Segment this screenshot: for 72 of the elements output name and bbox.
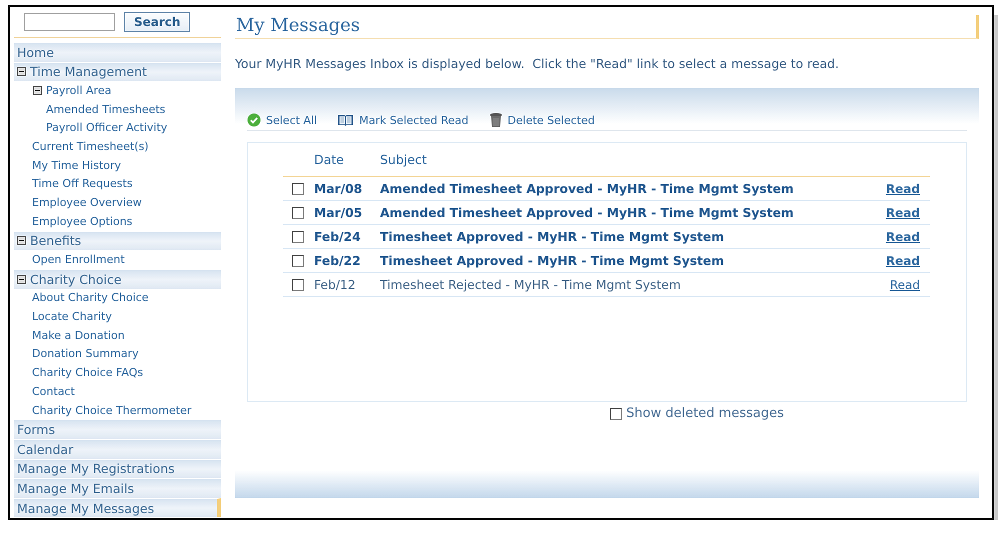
read-link[interactable]: Read: [886, 254, 920, 268]
nav-link[interactable]: Charity Choice FAQs: [32, 366, 144, 380]
message-subject: Amended Timesheet Approved - MyHR - Time Mgmt System: [380, 206, 795, 220]
checkbox[interactable]: [610, 408, 622, 420]
message-date: Mar/05: [314, 206, 364, 220]
message-date: Feb/22: [314, 254, 362, 268]
nav-section-label: Charity Choice: [30, 272, 122, 287]
checkbox-label: Show deleted messages: [626, 406, 784, 421]
trash-can-icon: [488, 112, 503, 128]
nav-link[interactable]: My Time History: [32, 158, 122, 172]
nav-section[interactable]: Benefits: [14, 230, 221, 250]
message-subject: Timesheet Approved - MyHR - Time Mgmt System: [380, 254, 726, 268]
collapse-icon[interactable]: [17, 274, 26, 284]
read-link[interactable]: Read: [886, 230, 920, 244]
nav-section-label: Forms: [17, 422, 56, 438]
page-title: My Messages: [235, 15, 979, 39]
book-icon: [337, 114, 354, 126]
check-circle-icon: [247, 113, 261, 127]
nav-section-label: Manage My Emails: [17, 480, 134, 496]
checkbox[interactable]: [292, 182, 304, 194]
nav-section[interactable]: Home: [14, 42, 221, 62]
message-date: Feb/12: [314, 278, 357, 292]
toolbar-link[interactable]: Delete Selected: [488, 112, 595, 128]
collapse-icon[interactable]: [33, 86, 42, 96]
message-date: Feb/24: [314, 230, 362, 244]
nav-link[interactable]: Time Off Requests: [32, 177, 133, 190]
intro-text: Your MyHR Messages Inbox is displayed below. Click the "Read" link to select a message to read.: [235, 56, 840, 71]
nav-link[interactable]: Payroll Area: [46, 84, 112, 98]
collapse-icon[interactable]: [17, 67, 26, 76]
column-header[interactable]: Date: [314, 152, 380, 167]
message-subject: Amended Timesheet Approved - MyHR - Time Mgmt System: [380, 182, 795, 196]
nav-section[interactable]: Time Management: [14, 62, 221, 82]
nav-link[interactable]: Contact: [32, 384, 75, 398]
message-subject: Timesheet Approved - MyHR - Time Mgmt System: [380, 230, 726, 244]
search-field[interactable]: [24, 13, 115, 31]
message-subject: Timesheet Rejected - MyHR - Time Mgmt System: [380, 278, 682, 292]
search-button[interactable]: Search: [124, 12, 190, 32]
checkbox[interactable]: [292, 254, 304, 266]
nav-link[interactable]: Payroll Officer Activity: [46, 121, 168, 134]
nav-section[interactable]: Forms: [14, 419, 221, 439]
nav-link[interactable]: Charity Choice Thermometer: [32, 404, 192, 417]
checkbox[interactable]: [292, 278, 304, 290]
nav-section[interactable]: Manage My Registrations: [14, 458, 221, 478]
nav-section-label: Home: [17, 44, 54, 60]
nav-link[interactable]: Amended Timesheets: [46, 102, 166, 116]
nav-section-label: Manage My Messages: [17, 500, 154, 516]
nav-link[interactable]: Donation Summary: [32, 347, 139, 360]
nav-section-label: Manage My Registrations: [17, 461, 175, 476]
column-header[interactable]: Subject: [380, 152, 427, 167]
nav-section[interactable]: Manage My Messages: [14, 498, 221, 518]
nav-section-label: Time Management: [30, 64, 147, 80]
nav-section[interactable]: Calendar: [14, 438, 221, 459]
read-link[interactable]: Read: [886, 206, 920, 220]
nav-link[interactable]: Employee Options: [32, 214, 132, 228]
toolbar-link[interactable]: Mark Selected Read: [337, 114, 469, 126]
toolbar-link[interactable]: Select All: [247, 113, 318, 127]
nav-link[interactable]: Open Enrollment: [32, 253, 125, 266]
checkbox[interactable]: [292, 206, 304, 218]
nav-link[interactable]: Locate Charity: [32, 310, 112, 324]
read-link[interactable]: Read: [890, 278, 920, 292]
nav-section-label: Benefits: [30, 233, 82, 248]
read-link[interactable]: Read: [886, 182, 920, 196]
nav-section[interactable]: Manage My Emails: [14, 478, 221, 498]
nav-section-label: Calendar: [17, 442, 74, 457]
message-date: Mar/08: [314, 182, 364, 196]
nav-link[interactable]: About Charity Choice: [32, 291, 149, 304]
checkbox[interactable]: [292, 230, 304, 242]
nav-link[interactable]: Current Timesheet(s): [32, 140, 149, 154]
nav-section[interactable]: Charity Choice: [14, 268, 221, 289]
collapse-icon[interactable]: [17, 236, 26, 246]
nav-link[interactable]: Make a Donation: [32, 328, 125, 342]
nav-link[interactable]: Employee Overview: [32, 196, 142, 210]
